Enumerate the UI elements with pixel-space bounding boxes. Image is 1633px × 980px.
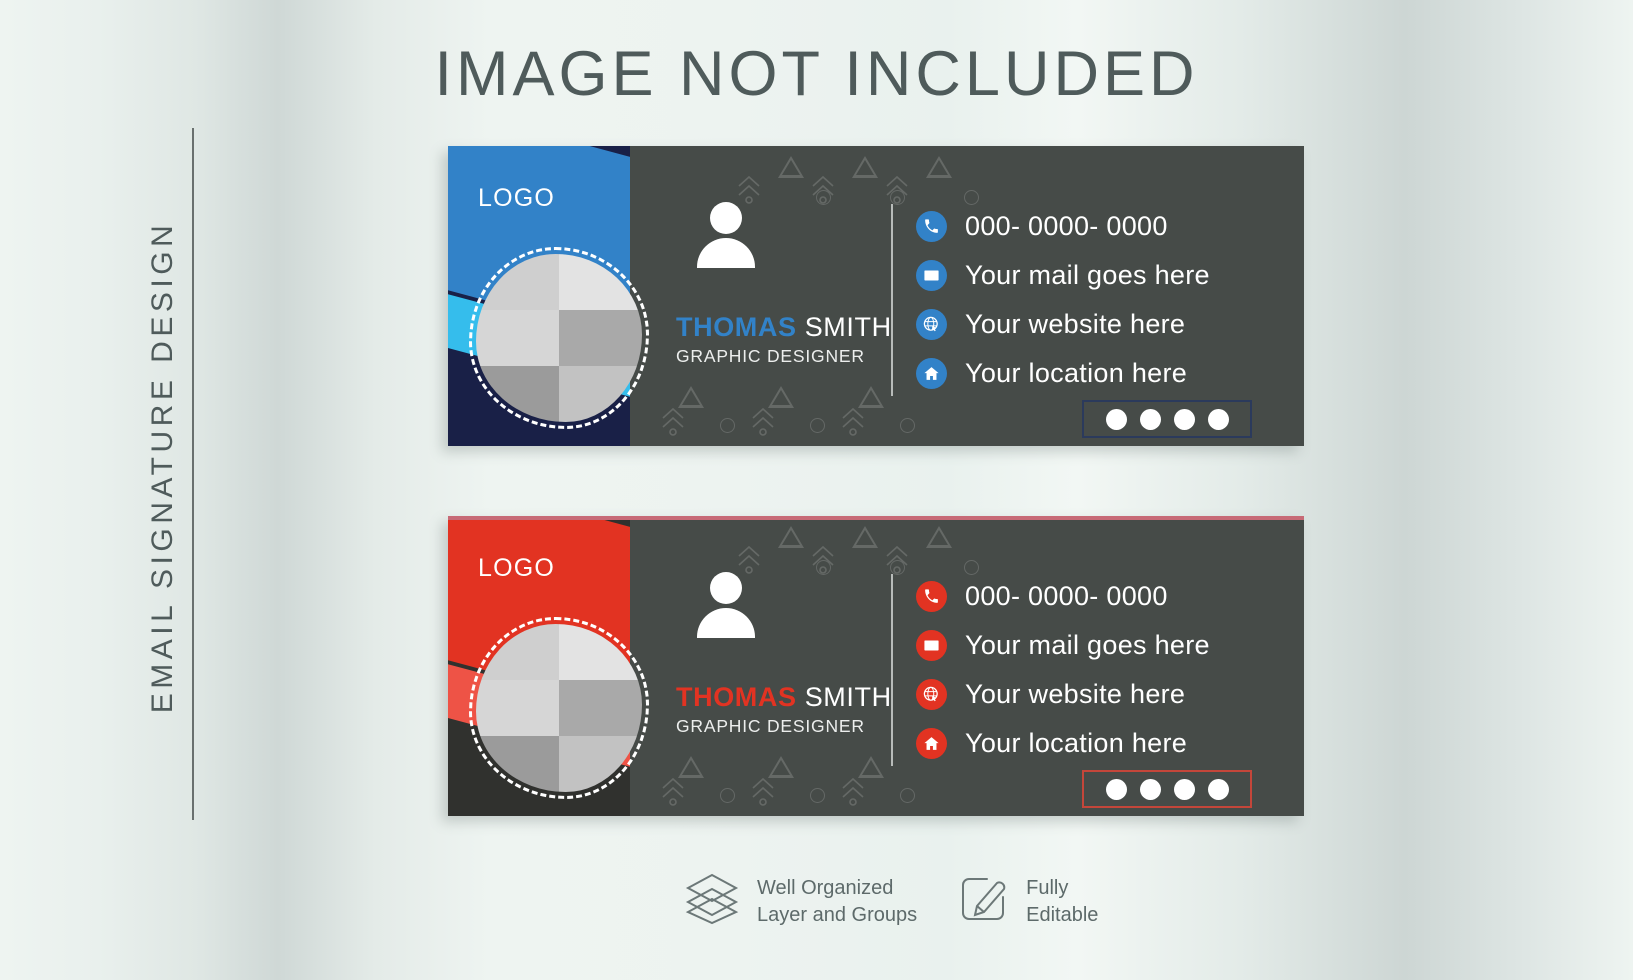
contact-text-phone: 000- 0000- 0000: [965, 211, 1168, 241]
page-title: IMAGE NOT INCLUDED: [434, 39, 1199, 109]
vertical-separator: [891, 574, 893, 766]
name-last: SMITH: [804, 312, 892, 342]
name-last: SMITH: [804, 682, 892, 712]
signature-card-red[interactable]: LOGO THOMAS SMITH GRAPHIC DESIGNER 000- …: [448, 516, 1304, 816]
social-dot[interactable]: [1139, 778, 1161, 800]
feature-line2: Layer and Groups: [757, 903, 918, 926]
vertical-separator: [891, 204, 893, 396]
contact-text-website: Your website here: [965, 309, 1186, 339]
logo-placeholder-text: LOGO: [478, 184, 556, 212]
signature-card-blue[interactable]: LOGO THOMAS SMITH GRAPHIC DESIGNER 000- …: [448, 146, 1304, 446]
contact-list-blue: 000- 0000- 0000 Your mail goes here Your…: [916, 202, 1210, 398]
job-title: GRAPHIC DESIGNER: [676, 716, 865, 736]
job-title: GRAPHIC DESIGNER: [676, 346, 865, 366]
vertical-title-text: EMAIL SIGNATURE DESIGN: [146, 220, 179, 714]
contact-row-location[interactable]: Your location here: [916, 349, 1210, 398]
social-dot[interactable]: [1105, 408, 1127, 430]
feature-well-organized: Well Organized Layer and Groups: [684, 872, 917, 931]
contact-text-mail: Your mail goes here: [965, 630, 1210, 660]
social-dot[interactable]: [1207, 778, 1229, 800]
contact-row-mail[interactable]: Your mail goes here: [916, 251, 1210, 300]
social-links-box-blue[interactable]: [1082, 400, 1252, 438]
home-icon: [916, 728, 947, 759]
contact-text-location: Your location here: [965, 358, 1188, 388]
mail-icon: [916, 630, 947, 661]
contact-row-phone[interactable]: 000- 0000- 0000: [916, 572, 1210, 621]
contact-row-phone[interactable]: 000- 0000- 0000: [916, 202, 1210, 251]
social-dot[interactable]: [1173, 408, 1195, 430]
name-first: THOMAS: [676, 312, 797, 342]
contact-text-mail: Your mail goes here: [965, 260, 1210, 290]
vertical-divider-rule: [192, 128, 194, 820]
feature-fully-editable: Fully Editable: [957, 873, 1098, 930]
feature-line1: Fully: [1026, 877, 1069, 900]
dashed-ring-decoration: [469, 617, 649, 799]
social-dot[interactable]: [1207, 408, 1229, 430]
social-dot[interactable]: [1105, 778, 1127, 800]
social-dot[interactable]: [1139, 408, 1161, 430]
logo-placeholder-text: LOGO: [478, 554, 556, 582]
footer-features: Well Organized Layer and Groups Fully Ed…: [684, 872, 1098, 931]
contact-text-location: Your location here: [965, 728, 1188, 758]
chevron-stack-icon: [738, 175, 760, 204]
social-links-box-red[interactable]: [1082, 770, 1252, 808]
contact-row-location[interactable]: Your location here: [916, 719, 1210, 768]
contact-text-phone: 000- 0000- 0000: [965, 581, 1168, 611]
contact-row-website[interactable]: Your website here: [916, 670, 1210, 719]
feature-line1: Well Organized: [757, 877, 894, 900]
home-icon: [916, 358, 947, 389]
avatar-photo-placeholder: [469, 617, 649, 799]
person-avatar-icon: [696, 202, 756, 268]
globe-icon: [916, 679, 947, 710]
contact-text-website: Your website here: [965, 679, 1186, 709]
pencil-edit-icon: [957, 873, 1009, 930]
contact-name: THOMAS SMITH: [676, 312, 892, 343]
contact-list-red: 000- 0000- 0000 Your mail goes here Your…: [916, 572, 1210, 768]
social-dot[interactable]: [1173, 778, 1195, 800]
feature-line2: Editable: [1026, 903, 1099, 926]
mail-icon: [916, 260, 947, 291]
feature-text-well-organized: Well Organized Layer and Groups: [757, 875, 917, 928]
name-first: THOMAS: [676, 682, 797, 712]
person-avatar-icon: [696, 572, 756, 638]
contact-row-website[interactable]: Your website here: [916, 300, 1210, 349]
phone-icon: [916, 581, 947, 612]
phone-icon: [916, 211, 947, 242]
avatar-photo-placeholder: [469, 247, 649, 429]
contact-row-mail[interactable]: Your mail goes here: [916, 621, 1210, 670]
feature-text-fully-editable: Fully Editable: [1026, 875, 1098, 928]
globe-icon: [916, 309, 947, 340]
dashed-ring-decoration: [469, 247, 649, 429]
contact-name: THOMAS SMITH: [676, 682, 892, 713]
layers-icon: [684, 872, 740, 931]
vertical-title-block: EMAIL SIGNATURE DESIGN: [118, 120, 198, 820]
